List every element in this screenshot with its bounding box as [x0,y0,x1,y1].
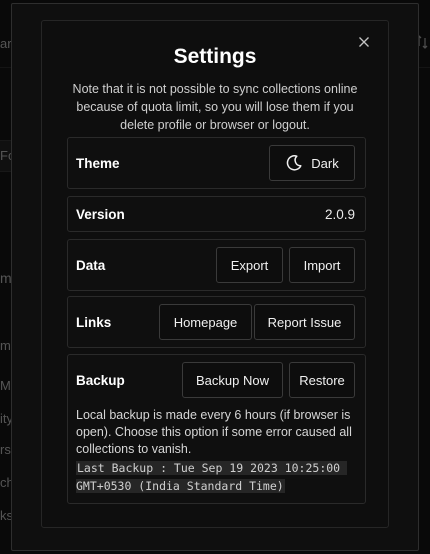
links-section: Links Homepage Report Issue [67,296,366,348]
version-value: 2.0.9 [324,207,355,222]
last-backup-timestamp: Last Backup : Tue Sep 19 2023 10:25:00 G… [76,461,348,493]
version-section: Version 2.0.9 [67,196,366,232]
data-label: Data [76,258,106,273]
homepage-button[interactable]: Homepage [159,304,252,340]
links-label: Links [76,315,112,330]
export-button[interactable]: Export [216,247,283,283]
modal-title: Settings [173,45,257,68]
data-section: Data Export Import [67,239,366,291]
report-issue-button[interactable]: Report Issue [254,304,355,340]
import-button[interactable]: Import [289,247,355,283]
quota-note: Note that it is not possible to sync col… [72,82,358,132]
backup-label: Backup [76,373,125,388]
theme-label: Theme [76,156,120,171]
backup-section: Backup Backup Now Restore Local backup i… [67,354,366,504]
backup-description-block: Local backup is made every 6 hours (if b… [76,407,357,495]
backup-description: Local backup is made every 6 hours (if b… [76,408,352,456]
theme-button-label: Dark [311,155,339,171]
restore-button[interactable]: Restore [289,362,355,398]
theme-section: Theme Dark [67,137,366,189]
theme-toggle-button[interactable]: Dark [269,145,355,181]
backup-now-button[interactable]: Backup Now [182,362,283,398]
moon-icon [287,155,302,171]
version-label: Version [76,207,125,222]
settings-modal: Settings Note that it is not possible to… [41,20,389,528]
